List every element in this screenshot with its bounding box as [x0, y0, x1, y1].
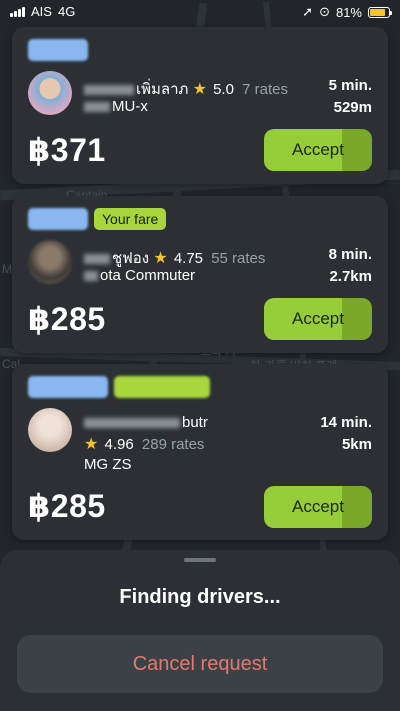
distance: 529m: [333, 99, 372, 116]
carrier-label: AIS: [31, 4, 52, 19]
driver-rating-row: ★ 4.96 289 rates: [84, 434, 204, 454]
accept-button[interactable]: Accept: [264, 298, 372, 340]
driver-offer-card: Your fare ชูฟอง ★ 4.75 55 rates ota Comm…: [12, 196, 388, 353]
vehicle-model: MG ZS: [84, 456, 132, 473]
status-bar: AIS 4G ➚ ⊙ 81%: [0, 0, 400, 24]
signal-icon: [10, 6, 25, 17]
rates-count: 55 rates: [211, 250, 266, 267]
rates-count: 289 rates: [141, 436, 205, 453]
accept-button[interactable]: Accept: [264, 129, 372, 171]
vehicle-model: MU-x: [84, 98, 148, 115]
finding-drivers-sheet: Finding drivers... Cancel request: [0, 550, 400, 711]
battery-icon: [368, 6, 392, 18]
offer-price: ฿371: [28, 132, 106, 168]
battery-percent: 81%: [335, 4, 362, 20]
sheet-drag-handle[interactable]: [184, 558, 216, 562]
distance: 5km: [341, 436, 372, 453]
offer-price: ฿285: [28, 488, 106, 524]
eta: 5 min.: [328, 77, 372, 94]
network-label: 4G: [57, 4, 76, 19]
vehicle-model: ota Commuter: [84, 267, 195, 284]
eta: 14 min.: [320, 414, 372, 431]
driver-name: เพิ่มลาภ: [136, 81, 189, 98]
rates-count: 7 rates: [242, 81, 288, 98]
vehicle-model-text: ota Commuter: [100, 267, 196, 284]
driver-name: ชูฟอง: [112, 250, 150, 267]
driver-name-badge: [28, 376, 108, 398]
star-icon: ★: [192, 81, 207, 98]
driver-name: butr: [182, 414, 208, 431]
star-icon: ★: [153, 250, 168, 267]
driver-rating: 4.75: [173, 250, 204, 267]
driver-rating: 4.96: [104, 436, 134, 453]
location-arrow-icon: ➚: [302, 4, 314, 19]
driver-offer-card: เพิ่มลาภ ★ 5.0 7 rates MU-x 5 min. 529m …: [12, 27, 388, 184]
accept-button[interactable]: Accept: [264, 486, 372, 528]
driver-avatar: [28, 240, 72, 284]
fare-badge: [114, 376, 210, 398]
driver-name-rating: butr: [84, 414, 208, 431]
map-label: M: [2, 262, 12, 276]
your-fare-badge: Your fare: [94, 208, 167, 230]
eta: 8 min.: [328, 246, 372, 263]
offer-price: ฿285: [28, 301, 106, 337]
driver-avatar: [28, 408, 72, 452]
finding-drivers-status: Finding drivers...: [119, 586, 281, 608]
driver-name-badge: [28, 39, 88, 61]
orientation-lock-icon: ⊙: [319, 4, 330, 19]
vehicle-model-text: MU-x: [112, 98, 148, 115]
driver-name-badge: [28, 208, 88, 230]
driver-rating: 5.0: [213, 81, 234, 98]
driver-avatar: [28, 71, 72, 115]
distance: 2.7km: [329, 268, 372, 285]
star-icon: ★: [84, 436, 99, 453]
driver-offer-card: butr ★ 4.96 289 rates MG ZS 14 min. 5km …: [12, 364, 388, 540]
cancel-request-button[interactable]: Cancel request: [17, 635, 383, 693]
